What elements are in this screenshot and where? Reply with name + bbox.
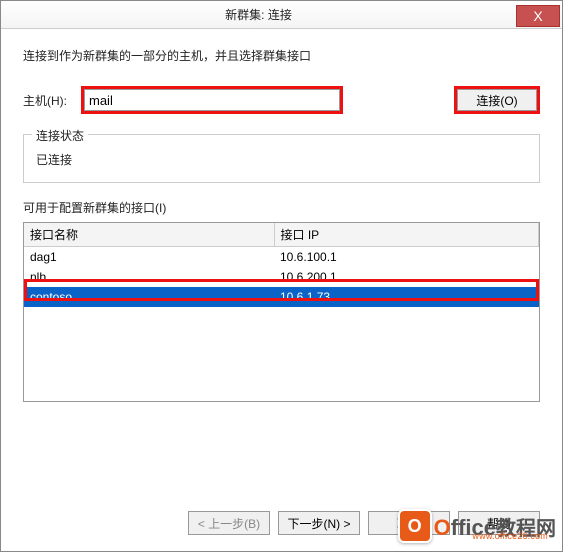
status-value: 已连接 xyxy=(36,145,527,168)
cell-interface-name: nlb xyxy=(24,267,274,287)
column-header-ip[interactable]: 接口 IP xyxy=(274,223,539,247)
close-button[interactable]: X xyxy=(516,5,560,27)
window-title: 新群集: 连接 xyxy=(1,6,516,23)
column-header-name[interactable]: 接口名称 xyxy=(24,223,274,247)
wizard-buttons: < 上一步(B) 下一步(N) > 取消 帮助 xyxy=(1,511,562,535)
help-button[interactable]: 帮助 xyxy=(458,511,540,535)
interfaces-table[interactable]: 接口名称 接口 IP dag110.6.100.1nlb10.6.200.1co… xyxy=(23,222,540,402)
cell-interface-name: contoso xyxy=(24,287,274,307)
cancel-button[interactable]: 取消 xyxy=(368,511,450,535)
interfaces-label: 可用于配置新群集的接口(I) xyxy=(23,199,540,216)
host-label: 主机(H): xyxy=(23,92,81,109)
connect-button[interactable]: 连接(O) xyxy=(457,89,537,111)
next-button[interactable]: 下一步(N) > xyxy=(278,511,360,535)
table-row[interactable]: contoso10.6.1.73 xyxy=(24,287,539,307)
back-button[interactable]: < 上一步(B) xyxy=(188,511,270,535)
titlebar: 新群集: 连接 X xyxy=(1,1,562,29)
description-text: 连接到作为新群集的一部分的主机，并且选择群集接口 xyxy=(23,47,540,64)
table-row[interactable]: dag110.6.100.1 xyxy=(24,247,539,268)
status-group-title: 连接状态 xyxy=(32,127,88,144)
cell-interface-name: dag1 xyxy=(24,247,274,268)
close-icon: X xyxy=(533,8,542,24)
table-row[interactable]: nlb10.6.200.1 xyxy=(24,267,539,287)
cell-interface-ip: 10.6.1.73 xyxy=(274,287,539,307)
host-input[interactable] xyxy=(84,89,340,111)
cell-interface-ip: 10.6.100.1 xyxy=(274,247,539,268)
status-group: 连接状态 已连接 xyxy=(23,134,540,183)
cell-interface-ip: 10.6.200.1 xyxy=(274,267,539,287)
